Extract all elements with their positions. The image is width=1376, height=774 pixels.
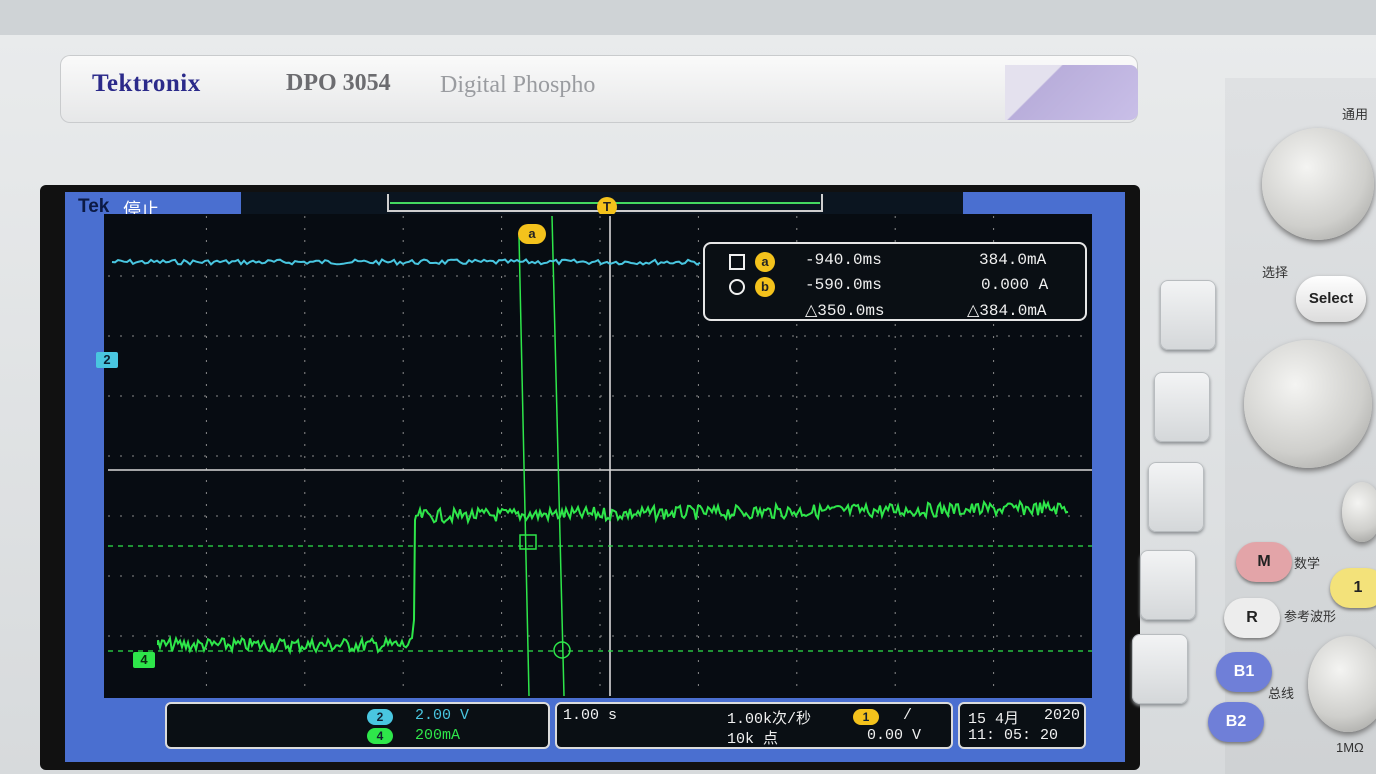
timebase: 1.00 s xyxy=(563,707,618,724)
date-day-month: 15 4月 xyxy=(968,711,1020,728)
bus-b2-button[interactable]: B2 xyxy=(1208,702,1264,742)
side-menu-button-1[interactable] xyxy=(1160,280,1216,350)
channel-2-chip: 2 xyxy=(367,709,393,725)
cursor-b-badge: b xyxy=(755,277,775,297)
channel-4-waveform xyxy=(157,498,1069,656)
multipurpose-knob-b[interactable] xyxy=(1244,340,1372,468)
date-year: 2020 xyxy=(1044,707,1081,724)
cursor-readout-panel: a -940.0ms 384.0mA b -590.0ms 0.000 A △3… xyxy=(703,242,1087,321)
date-time-panel: 15 4月 2020 11: 05: 20 xyxy=(958,702,1086,749)
channel-2-waveform xyxy=(111,258,701,267)
partial-knob[interactable] xyxy=(1342,482,1376,542)
bus-label: 总线 xyxy=(1268,686,1295,701)
reference-button[interactable]: R xyxy=(1224,598,1280,638)
cursor-a-value: 384.0mA xyxy=(979,251,1047,269)
select-button[interactable]: Select xyxy=(1296,276,1366,322)
channel-4-ground-marker[interactable]: 4 xyxy=(133,652,155,668)
bus-b1-button[interactable]: B1 xyxy=(1216,652,1272,692)
cursor-a-line[interactable] xyxy=(518,235,530,697)
reference-label: 参考波形 xyxy=(1284,609,1337,624)
side-menu-button-5[interactable] xyxy=(1132,634,1188,704)
multipurpose-knob-a[interactable] xyxy=(1262,128,1374,240)
side-menu-button-4[interactable] xyxy=(1140,550,1196,620)
cursor-a-label: a xyxy=(518,224,546,244)
cursor-a-square-marker xyxy=(519,534,537,550)
trigger-level: 0.00 V xyxy=(867,727,922,744)
cursor-b-time: -590.0ms xyxy=(805,276,882,294)
side-menu-button-2[interactable] xyxy=(1154,372,1210,442)
record-length: 10k 点 xyxy=(727,731,779,748)
clock-time: 11: 05: 20 xyxy=(968,727,1059,744)
square-icon xyxy=(729,254,745,270)
impedance-label: 1MΩ xyxy=(1336,740,1364,755)
channel-2-scale: 2.00 V xyxy=(415,707,470,724)
trigger-slope-icon: / xyxy=(903,707,913,724)
sample-rate: 1.00k次/秒 xyxy=(727,711,812,728)
general-knob-label: 通用 xyxy=(1342,107,1369,122)
select-cn-label: 选择 xyxy=(1262,265,1289,280)
circle-icon xyxy=(729,279,745,295)
channel-2-ground-marker[interactable]: 2 xyxy=(96,352,118,368)
math-label: 数学 xyxy=(1294,556,1321,571)
trigger-source-chip: 1 xyxy=(853,709,879,725)
side-menu-button-3[interactable] xyxy=(1148,462,1204,532)
delta-value: △384.0mA xyxy=(967,302,1047,320)
horizontal-trigger-panel: 1.00 s 1.00k次/秒 10k 点 1 / 0.00 V xyxy=(555,702,953,749)
delta-time: △350.0ms xyxy=(805,302,885,320)
cursor-b-value: 0.000 A xyxy=(981,276,1049,294)
channel-4-scale: 200mA xyxy=(415,727,461,744)
cursor-a-time: -940.0ms xyxy=(805,251,882,269)
cursor-a-badge: a xyxy=(755,252,775,272)
channel-4-chip: 4 xyxy=(367,728,393,744)
channel-1-button[interactable]: 1 xyxy=(1330,568,1376,608)
channel-scale-panel: 2 2.00 V 4 200mA xyxy=(165,702,550,749)
math-button[interactable]: M xyxy=(1236,542,1292,582)
